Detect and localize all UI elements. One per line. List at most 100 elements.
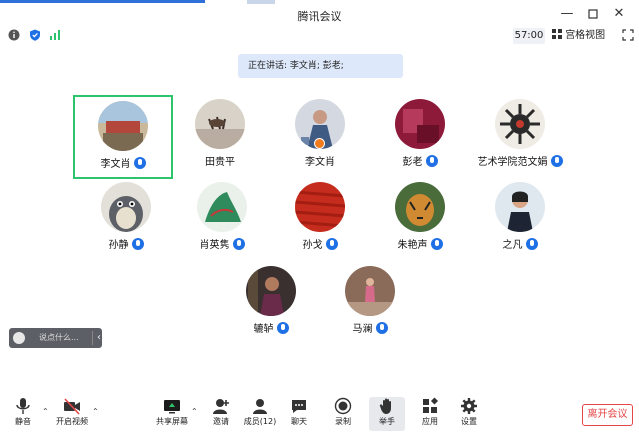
taskbar-strip-2: [247, 0, 275, 4]
participant-name: 李文肖: [305, 157, 335, 168]
mute-button[interactable]: 静音: [5, 397, 41, 431]
avatar: [195, 99, 245, 149]
participant-tile[interactable]: 田贵平: [170, 95, 270, 179]
meeting-window: 腾讯会议 — ✕ 57:00 宫格视图 正在讲话: 李文肖; 彭老; 李文肖 田…: [0, 0, 639, 433]
mute-options-chevron-icon[interactable]: ⌃: [42, 407, 49, 416]
bottom-toolbar: 静音 ⌃ 开启视频 ⌃ 共享屏幕 ⌃ 邀请 成员(12) 聊天 录制 举手 应用…: [0, 395, 639, 433]
participant-tile[interactable]: 之凡: [470, 178, 570, 262]
record-icon: [334, 397, 352, 415]
view-mode-button[interactable]: 宫格视图: [552, 28, 605, 44]
participant-name: 彭老: [402, 157, 423, 168]
view-mode-label: 宫格视图: [565, 30, 606, 41]
participant-tile[interactable]: 李文肖: [270, 95, 370, 179]
participant-name: 艺术学院范文娟: [477, 157, 548, 168]
invite-label: 邀请: [213, 417, 229, 426]
participant-tile[interactable]: 孙静: [76, 178, 176, 262]
grid-icon: [552, 29, 562, 39]
collapse-chevron-icon[interactable]: ‹: [97, 328, 101, 348]
participant-tile[interactable]: 马澜: [320, 262, 420, 346]
signal-icon[interactable]: [49, 29, 61, 41]
participant-name: 之凡: [502, 240, 523, 251]
avatar: [295, 182, 345, 232]
share-screen-icon: [164, 400, 180, 414]
video-off-icon: [64, 398, 80, 415]
raise-hand-button[interactable]: 举手: [369, 397, 405, 431]
video-label: 开启视频: [56, 417, 88, 426]
avatar: [345, 266, 395, 316]
members-button[interactable]: 成员(12): [242, 397, 278, 431]
members-label: 成员(12): [243, 417, 277, 426]
settings-label: 设置: [461, 417, 477, 426]
participant-name: 马澜: [352, 324, 373, 335]
add-user-icon: [213, 399, 229, 414]
participant-name: 肖英隽: [199, 240, 230, 251]
participant-name: 李文肖: [100, 159, 131, 170]
mic-icon: [133, 157, 146, 169]
emoji-icon[interactable]: [13, 332, 25, 344]
invite-button[interactable]: 邀请: [203, 397, 239, 431]
minimize-icon[interactable]: —: [554, 4, 580, 24]
mic-icon: [375, 322, 388, 334]
fullscreen-icon[interactable]: [622, 29, 634, 41]
mic-icon: [325, 238, 338, 250]
apps-icon: [423, 397, 439, 413]
info-icon[interactable]: [8, 29, 20, 41]
mic-icon: [425, 155, 438, 167]
chat-placeholder: 说点什么...: [39, 333, 79, 342]
hand-icon: [379, 398, 391, 414]
avatar: [246, 266, 296, 316]
video-options-chevron-icon[interactable]: ⌃: [92, 407, 99, 416]
close-icon[interactable]: ✕: [606, 4, 632, 24]
speaking-banner: 正在讲话: 李文肖; 彭老;: [238, 54, 403, 78]
participant-tile[interactable]: 孙戈: [270, 178, 370, 262]
leave-meeting-button[interactable]: 离开会议: [582, 404, 633, 426]
members-icon: [253, 399, 267, 414]
chat-icon: [292, 400, 306, 413]
shield-icon[interactable]: [29, 29, 41, 41]
taskbar-strip: [0, 0, 205, 3]
avatar: [98, 101, 148, 151]
share-screen-button[interactable]: 共享屏幕: [154, 397, 190, 431]
raise-hand-label: 举手: [379, 417, 395, 426]
record-button[interactable]: 录制: [325, 397, 361, 431]
share-screen-label: 共享屏幕: [156, 417, 188, 426]
share-options-chevron-icon[interactable]: ⌃: [191, 407, 198, 416]
mic-icon: [525, 238, 538, 250]
mute-label: 静音: [15, 417, 31, 426]
avatar: [197, 182, 247, 232]
title-bar: 腾讯会议 — ✕: [0, 0, 639, 26]
avatar: [395, 99, 445, 149]
record-label: 录制: [335, 417, 351, 426]
settings-button[interactable]: 设置: [451, 397, 487, 431]
avatar: [395, 182, 445, 232]
mic-icon: [232, 238, 245, 250]
microphone-icon: [16, 398, 30, 414]
participant-name: 辘轳: [253, 324, 274, 335]
mic-icon: [131, 238, 144, 250]
meeting-timer: 57:00: [513, 28, 545, 44]
divider: [92, 331, 93, 345]
avatar: [495, 99, 545, 149]
chat-button[interactable]: 聊天: [281, 397, 317, 431]
participant-name: 孙戈: [302, 240, 323, 251]
mic-icon: [430, 238, 443, 250]
participant-tile[interactable]: 朱艳声: [370, 178, 470, 262]
participant-name: 朱艳声: [397, 240, 428, 251]
chat-input-box[interactable]: 说点什么... ‹: [9, 328, 102, 348]
warning-badge-icon: [314, 138, 325, 149]
participant-tile[interactable]: 辘轳: [221, 262, 321, 346]
avatar: [101, 182, 151, 232]
participant-tile[interactable]: 艺术学院范文娟: [470, 95, 570, 179]
participant-tile[interactable]: 李文肖: [73, 95, 173, 179]
participant-tile[interactable]: 彭老: [370, 95, 470, 179]
mic-icon: [276, 322, 289, 334]
chat-label: 聊天: [291, 417, 307, 426]
apps-button[interactable]: 应用: [412, 397, 448, 431]
maximize-icon[interactable]: [580, 4, 606, 24]
window-title: 腾讯会议: [297, 10, 342, 23]
participant-tile[interactable]: 肖英隽: [172, 178, 272, 262]
mic-icon: [550, 155, 563, 167]
participant-name: 孙静: [108, 240, 129, 251]
participant-name: 田贵平: [205, 157, 235, 168]
video-button[interactable]: 开启视频: [54, 397, 90, 431]
